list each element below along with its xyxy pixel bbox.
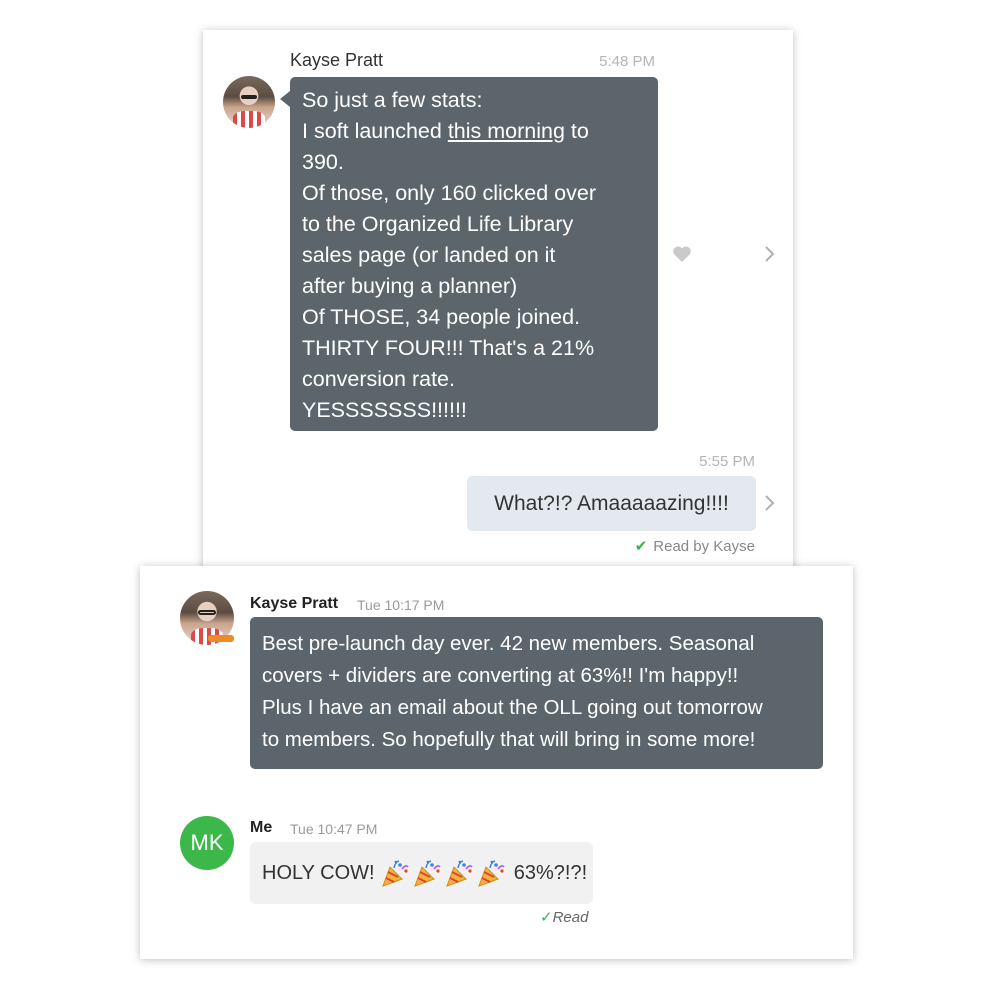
- conversation-card-2: Kayse Pratt Tue 10:17 PM Best pre-launch…: [140, 566, 853, 959]
- read-receipt-text: Read: [552, 909, 589, 926]
- sent-message-bubble: HOLY COW! 63%?!?!: [250, 842, 593, 904]
- read-receipt: ✓Read: [540, 908, 588, 926]
- sent-message-bubble: What?!? Amaaaaazing!!!!: [467, 476, 756, 531]
- heart-icon[interactable]: [672, 245, 692, 263]
- message-text: 63%?!?!: [513, 862, 588, 884]
- received-message-bubble: So just a few stats: I soft launched thi…: [280, 77, 658, 431]
- conversation-card-1: Kayse Pratt 5:48 PM So just a few stats:…: [203, 30, 793, 610]
- avatar-shirt: [233, 111, 265, 128]
- read-receipt-text: Read by Kayse: [653, 538, 755, 555]
- message-line: Of THOSE, 34 people joined.: [302, 305, 581, 329]
- avatar-glasses: [240, 94, 258, 99]
- chevron-right-icon[interactable]: [762, 494, 776, 512]
- message-timestamp: Tue 10:17 PM: [357, 597, 445, 613]
- message-line: So just a few stats:: [302, 88, 483, 112]
- message-line: Of those, only 160 clicked over: [302, 181, 596, 205]
- message-timestamp: 5:55 PM: [699, 453, 755, 470]
- my-avatar[interactable]: MK: [180, 816, 234, 870]
- chevron-right-icon[interactable]: [762, 245, 776, 263]
- message-line: to the Organized Life Library: [302, 212, 574, 236]
- checkmark-icon: ✓: [540, 909, 553, 926]
- message-link[interactable]: this morning: [448, 119, 565, 143]
- message-line: to members. So hopefully that will bring…: [262, 728, 756, 751]
- party-popper-icon: [478, 859, 505, 887]
- message-line: Plus I have an email about the OLL going…: [262, 696, 763, 719]
- sender-name: Kayse Pratt: [290, 50, 384, 70]
- message-timestamp: 5:48 PM: [599, 53, 655, 70]
- received-message-bubble: Best pre-launch day ever. 42 new members…: [250, 617, 823, 769]
- party-popper-icon: [414, 859, 441, 887]
- message-timestamp: Tue 10:47 PM: [290, 821, 378, 837]
- party-popper-icon: [446, 859, 473, 887]
- message-line: Best pre-launch day ever. 42 new members…: [262, 632, 755, 655]
- read-receipt: ✔ Read by Kayse: [635, 537, 755, 555]
- party-popper-icon: [382, 859, 409, 887]
- message-text: HOLY COW!: [262, 862, 375, 884]
- message-line: covers + dividers are converting at 63%!…: [262, 664, 739, 687]
- avatar-badge: [208, 635, 234, 642]
- message-line: after buying a planner): [302, 274, 518, 298]
- message-line: sales page (or landed on it: [302, 243, 556, 267]
- message-line: YESSSSSSS!!!!!!: [302, 398, 467, 422]
- emoji-group: [380, 859, 508, 887]
- sender-name: Kayse Pratt: [250, 595, 339, 612]
- message-line: conversion rate.: [302, 367, 455, 391]
- message-line: I soft launched this morning to: [302, 116, 646, 147]
- avatar-glasses: [198, 610, 216, 615]
- message-line: 390.: [302, 150, 344, 174]
- message-text: to: [564, 119, 589, 143]
- sender-avatar[interactable]: [223, 76, 275, 128]
- message-line: THIRTY FOUR!!! That's a 21%: [302, 336, 595, 360]
- message-text: I soft launched: [302, 119, 448, 143]
- checkmark-icon: ✔: [634, 538, 648, 555]
- sender-name: Me: [250, 819, 273, 836]
